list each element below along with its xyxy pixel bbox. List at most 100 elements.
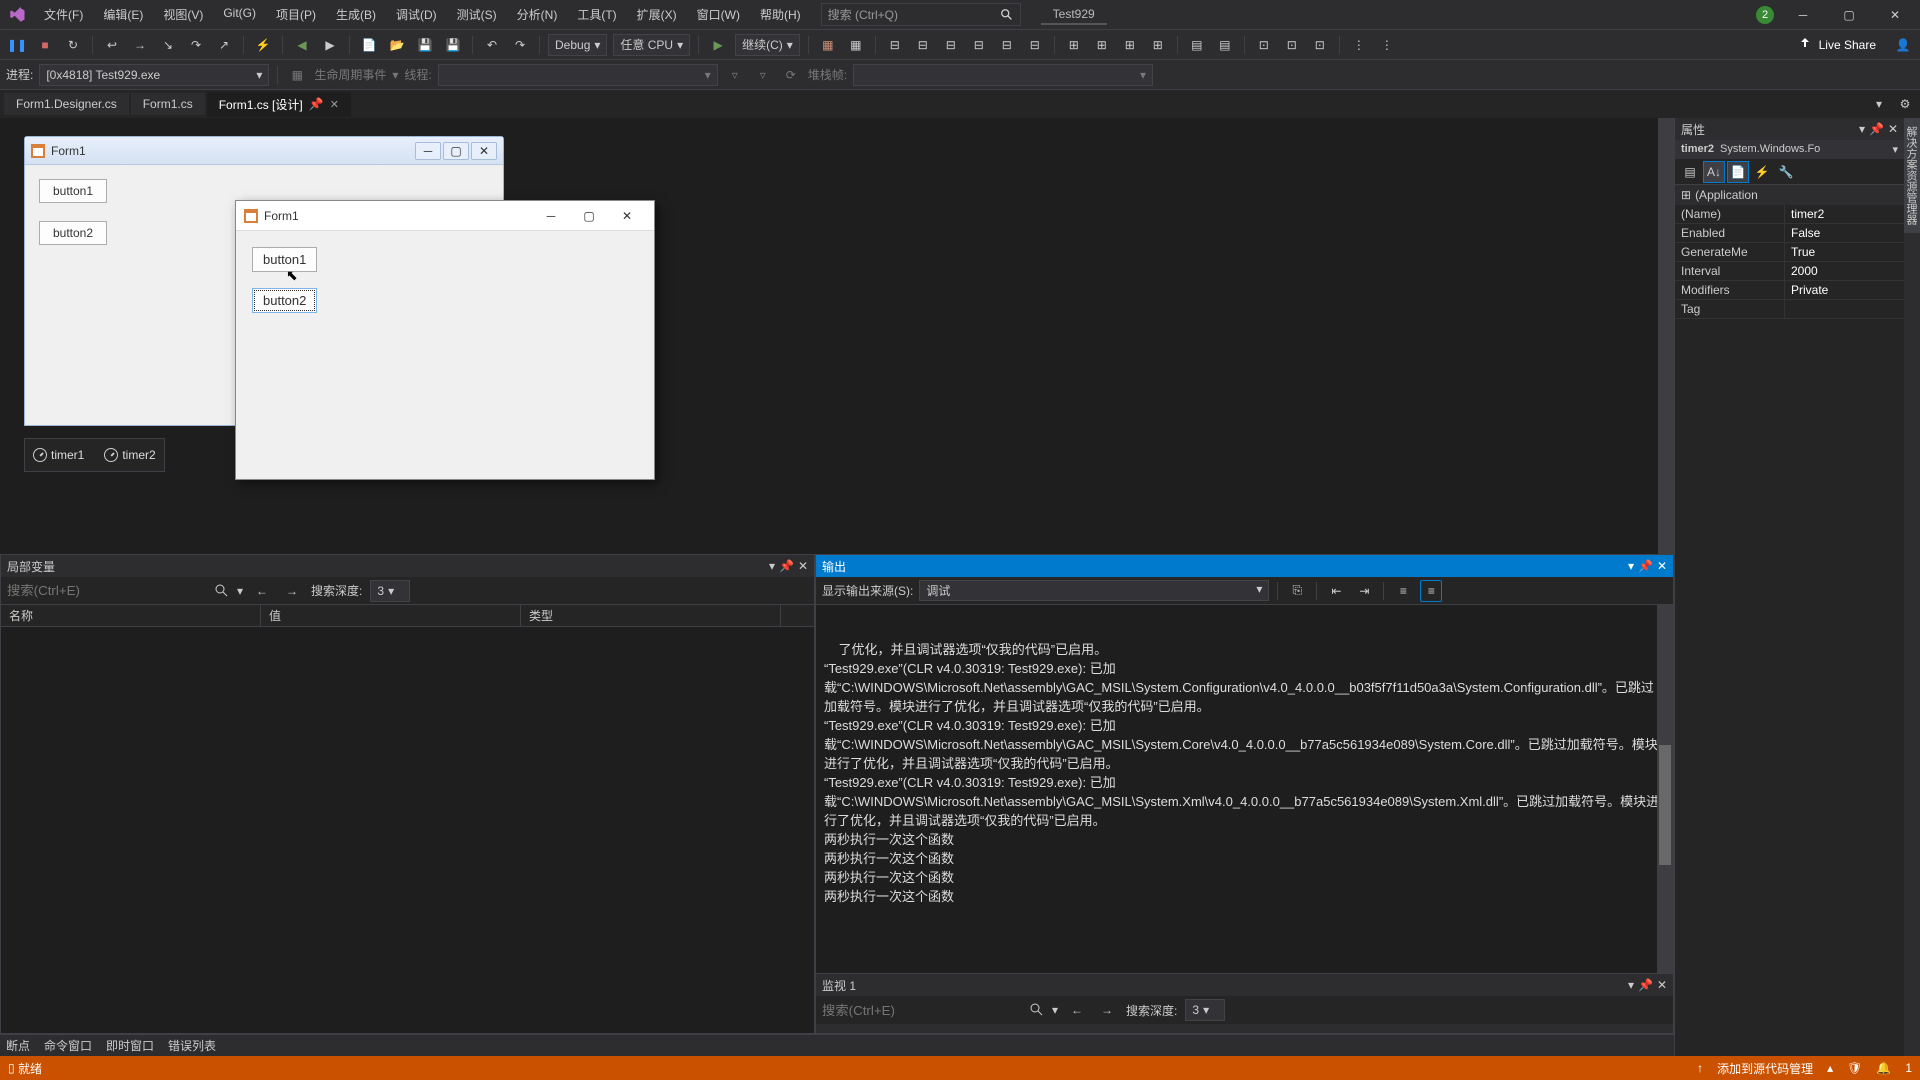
pin-icon[interactable]: 📌: [1638, 559, 1653, 573]
layout-icon-b[interactable]: ⊡: [1281, 34, 1303, 56]
step-over-icon[interactable]: ↷: [185, 34, 207, 56]
panel-dropdown-icon[interactable]: ▾: [1859, 122, 1865, 136]
property-value[interactable]: [1785, 300, 1904, 318]
align-icon4[interactable]: ⊟: [968, 34, 990, 56]
property-value[interactable]: True: [1785, 243, 1904, 261]
continue-icon[interactable]: ▶: [707, 34, 729, 56]
search-icon[interactable]: [1030, 1003, 1044, 1017]
clear-icon[interactable]: ≡: [1392, 580, 1414, 602]
menu-project[interactable]: 项目(P): [268, 2, 324, 27]
solution-title[interactable]: Test929: [1041, 5, 1107, 25]
panel-dropdown-icon[interactable]: ▾: [1628, 978, 1634, 992]
component-tray[interactable]: timer1 timer2: [24, 438, 165, 472]
platform-dropdown[interactable]: 任意 CPU▾: [613, 34, 690, 56]
step-back-icon[interactable]: ↩: [101, 34, 123, 56]
nav-fwd-icon[interactable]: →: [1096, 999, 1118, 1021]
col-type[interactable]: 类型: [521, 605, 781, 626]
order-icon2[interactable]: ▤: [1214, 34, 1236, 56]
close-panel-icon[interactable]: ✕: [1657, 559, 1667, 573]
menu-build[interactable]: 生成(B): [328, 2, 384, 27]
layout-icon-a[interactable]: ⊡: [1253, 34, 1275, 56]
menu-analyze[interactable]: 分析(N): [509, 2, 566, 27]
liveshare-button[interactable]: Live Share: [1787, 37, 1886, 53]
property-pages-icon[interactable]: 🔧: [1775, 161, 1797, 183]
close-tab-icon[interactable]: ✕: [330, 98, 339, 111]
runtime-button1[interactable]: button1: [252, 247, 317, 272]
properties-header[interactable]: 属性 ▾📌✕: [1675, 118, 1904, 140]
layout-icon-c[interactable]: ⊡: [1309, 34, 1331, 56]
pause-button[interactable]: ❚❚: [6, 34, 28, 56]
close-panel-icon[interactable]: ✕: [1657, 978, 1667, 992]
nav-back-icon[interactable]: ◀: [291, 34, 313, 56]
properties-icon[interactable]: 📄: [1727, 161, 1749, 183]
tab-breakpoints[interactable]: 断点: [6, 1037, 30, 1054]
output-header[interactable]: 输出 ▾📌✕: [816, 555, 1673, 577]
menu-file[interactable]: 文件(F): [36, 2, 91, 27]
tab-form1-cs[interactable]: Form1.cs: [131, 93, 205, 115]
undo-icon[interactable]: ↶: [481, 34, 503, 56]
pin-icon[interactable]: 📌: [779, 559, 794, 573]
search-icon[interactable]: [215, 584, 229, 598]
menu-test[interactable]: 测试(S): [449, 2, 505, 27]
open-file-icon[interactable]: 📂: [386, 34, 408, 56]
property-row[interactable]: EnabledFalse: [1675, 224, 1904, 243]
admin-icon[interactable]: 🛡: [1847, 1061, 1862, 1075]
watch-header[interactable]: 监视 1 ▾📌✕: [816, 974, 1673, 996]
tab-command[interactable]: 命令窗口: [44, 1037, 92, 1054]
align-icon1[interactable]: ⊟: [884, 34, 906, 56]
property-row[interactable]: ModifiersPrivate: [1675, 281, 1904, 300]
thread-dropdown[interactable]: ▾: [438, 64, 718, 86]
property-row[interactable]: Interval2000: [1675, 262, 1904, 281]
close-button[interactable]: ✕: [1878, 3, 1912, 27]
tab-dropdown-icon[interactable]: ▾: [1868, 93, 1890, 115]
alphabetical-icon[interactable]: A↓: [1703, 161, 1725, 183]
expand-icon[interactable]: ⊞: [1681, 188, 1691, 202]
property-value[interactable]: Private: [1785, 281, 1904, 299]
designer-scrollbar[interactable]: [1658, 118, 1674, 554]
stop-button[interactable]: ■: [34, 34, 56, 56]
process-dropdown[interactable]: [0x4818] Test929.exe▾: [39, 64, 269, 86]
tab-designer-cs[interactable]: Form1.Designer.cs: [4, 93, 129, 115]
user-icon[interactable]: 👤: [1892, 34, 1914, 56]
scm-button[interactable]: 添加到源代码管理: [1717, 1060, 1813, 1077]
align-icon5[interactable]: ⊟: [996, 34, 1018, 56]
continue-button[interactable]: 继续(C)▾: [735, 34, 800, 56]
panel-dropdown-icon[interactable]: ▾: [769, 559, 775, 573]
spacing-icon3[interactable]: ⊞: [1119, 34, 1141, 56]
maximize-button[interactable]: ▢: [1832, 3, 1866, 27]
order-icon1[interactable]: ▤: [1186, 34, 1208, 56]
filter2-icon[interactable]: ▿: [752, 64, 774, 86]
menu-view[interactable]: 视图(V): [155, 2, 211, 27]
timer1-component[interactable]: timer1: [33, 448, 84, 462]
menu-edit[interactable]: 编辑(E): [95, 2, 151, 27]
menu-git[interactable]: Git(G): [215, 2, 264, 27]
minimize-button[interactable]: ─: [1786, 3, 1820, 27]
nav-fwd-icon[interactable]: →: [281, 580, 303, 602]
output-source-dropdown[interactable]: 调试▾: [919, 580, 1269, 601]
locals-header[interactable]: 局部变量 ▾📌✕: [1, 555, 814, 577]
properties-object-selector[interactable]: timer2System.Windows.Fo▾: [1675, 140, 1904, 159]
events-icon[interactable]: ⚡: [1751, 161, 1773, 183]
nav-back-icon[interactable]: ←: [1066, 999, 1088, 1021]
watch-search-input[interactable]: [822, 1003, 1022, 1018]
layout-icon1[interactable]: ▦: [817, 34, 839, 56]
property-row[interactable]: Tag: [1675, 300, 1904, 319]
nav-fwd-icon[interactable]: ▶: [319, 34, 341, 56]
design-button2[interactable]: button2: [39, 221, 107, 245]
col-value[interactable]: 值: [261, 605, 521, 626]
step-out-icon[interactable]: ↗: [213, 34, 235, 56]
redo-icon[interactable]: ↷: [509, 34, 531, 56]
spacing-icon2[interactable]: ⊞: [1091, 34, 1113, 56]
property-value[interactable]: False: [1785, 224, 1904, 242]
design-button1[interactable]: button1: [39, 179, 107, 203]
panel-dropdown-icon[interactable]: ▾: [1628, 559, 1634, 573]
menu-debug[interactable]: 调试(D): [388, 2, 445, 27]
wrap-icon[interactable]: ≡: [1420, 580, 1442, 602]
notification-badge[interactable]: 2: [1756, 6, 1774, 24]
new-project-icon[interactable]: 📄: [358, 34, 380, 56]
spacing-icon1[interactable]: ⊞: [1063, 34, 1085, 56]
lock-icon[interactable]: ⋮: [1376, 34, 1398, 56]
menu-tools[interactable]: 工具(T): [569, 2, 624, 27]
scm-up-icon[interactable]: ↑: [1697, 1061, 1703, 1075]
bell-icon[interactable]: 🔔: [1876, 1061, 1891, 1075]
